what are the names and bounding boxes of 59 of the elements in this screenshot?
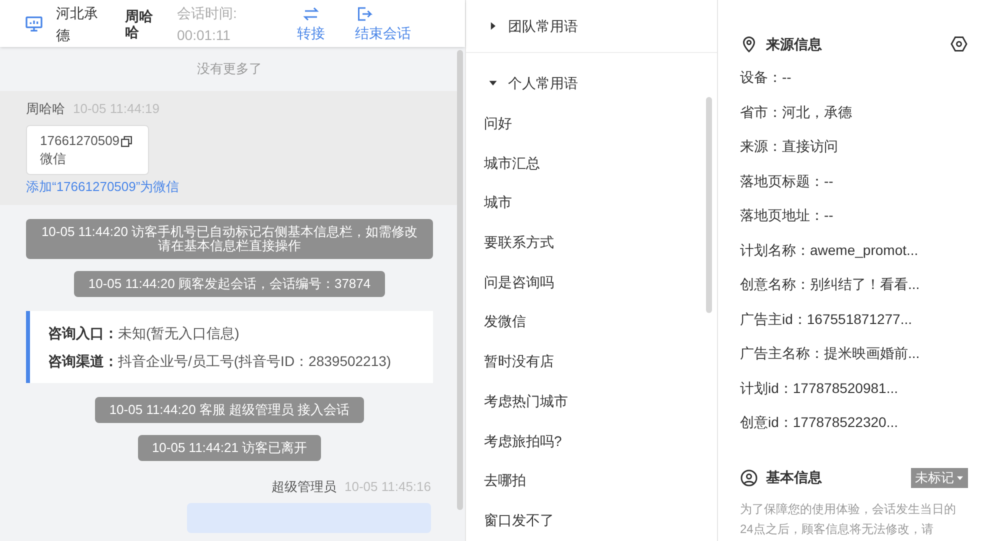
section-title: 基本信息 <box>766 468 822 487</box>
info-field: 创意名称：别纠结了！看看... <box>740 274 968 308</box>
no-more-text: 没有更多了 <box>196 60 263 78</box>
system-message: 10-05 11:44:20 顾客发起会话，会话编号：37874 <box>74 271 385 297</box>
info-field: 计划id：177878520981... <box>740 378 968 412</box>
phone-number: 17661270509 <box>40 132 120 150</box>
system-message: 10-05 11:44:20 客服 超级管理员 接入会话 <box>95 397 364 423</box>
phrase-group-header[interactable]: 团队常用语 <box>466 0 717 53</box>
phrase-item[interactable]: 问好 <box>466 113 717 153</box>
user-circle-icon <box>740 468 758 486</box>
message-time: 10-05 11:45:16 <box>344 478 431 496</box>
caret-icon <box>956 474 964 482</box>
info-field: 创意id：177878522320... <box>740 412 968 446</box>
info-field: 广告主id：167551871277... <box>740 308 968 343</box>
info-field: 落地页标题：-- <box>740 170 968 205</box>
transfer-button[interactable]: 转接 <box>297 4 325 42</box>
copy-icon <box>120 134 133 148</box>
end-session-button[interactable]: 结束会话 <box>355 4 411 42</box>
phrase-item[interactable]: 发微信 <box>466 311 717 352</box>
system-message: 10-05 11:44:21 访客已离开 <box>138 435 322 461</box>
contact-type: 微信 <box>40 150 67 168</box>
phrase-item[interactable]: 暂时没有店 <box>466 351 717 391</box>
phrase-item[interactable]: 城市汇总 <box>466 152 717 192</box>
info-field: 设备：-- <box>740 67 968 102</box>
info-field: 落地页地址：-- <box>740 205 968 240</box>
field-label: 咨询渠道： <box>48 352 118 371</box>
info-field: 来源：直接访问 <box>740 136 968 170</box>
sender-name: 周哈哈 <box>26 100 65 118</box>
info-field: 计划名称：aweme_promot... <box>740 240 968 274</box>
swap-arrows-icon <box>302 4 320 22</box>
info-field: 省市：河北，承德 <box>740 102 968 136</box>
location-pin-icon <box>740 35 758 53</box>
monitor-icon <box>24 14 44 34</box>
visitor-name: 周哈哈 <box>125 8 154 40</box>
caret-icon <box>488 78 498 88</box>
phrase-item[interactable]: 考虑旅拍吗? <box>466 430 717 470</box>
field-value: 未知(暂无入口信息) <box>118 324 240 343</box>
system-message: 10-05 11:44:20 访客手机号已自动标记右侧基本信息栏，如需修改请在基本信息栏直接操作 <box>26 219 433 259</box>
field-label: 咨询入口： <box>48 324 118 343</box>
session-timer: 00:01:11 <box>177 26 232 44</box>
section-title: 来源信息 <box>766 34 822 54</box>
info-field: 广告主名称：提米映画婚前... <box>740 343 968 378</box>
settings-icon[interactable] <box>950 35 968 53</box>
phrase-item[interactable]: 要联系方式 <box>466 232 717 272</box>
phrase-item[interactable]: 去哪拍 <box>466 470 717 510</box>
phrase-item[interactable]: 考虑热门城市 <box>466 390 717 430</box>
field-value: 抖音企业号/员工号(抖音号ID：2839502213) <box>118 352 392 371</box>
exit-icon <box>355 4 373 22</box>
caret-icon <box>488 21 498 31</box>
phrase-group-header[interactable]: 个人常用语 <box>466 53 717 113</box>
scrollbar[interactable] <box>457 50 463 510</box>
phrase-item[interactable]: 窗口发不了 <box>466 510 717 541</box>
phrase-item[interactable]: 城市 <box>466 192 717 232</box>
visitor-location: 河北承德 <box>56 4 99 44</box>
timer-label: 会话时间: <box>177 4 238 22</box>
phrase-item[interactable]: 问是咨询吗 <box>466 272 717 312</box>
sender-name: 超级管理员 <box>272 478 336 496</box>
scrollbar[interactable] <box>706 97 712 313</box>
notice-text: 为了保障您的使用体验，会话发生当日的24点之后，顾客信息将无法修改，请 <box>740 500 957 538</box>
